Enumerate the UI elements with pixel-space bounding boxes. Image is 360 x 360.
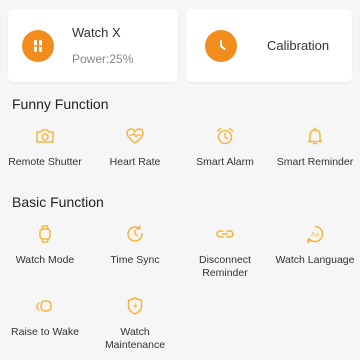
watch-language-label: Watch Language (275, 254, 355, 266)
basic-function-heading: Basic Function (12, 194, 104, 210)
watch-maintenance-label: Watch Maintenance (105, 326, 165, 352)
watch-maintenance-line2: Maintenance (104, 339, 166, 351)
time-sync-item[interactable]: Time Sync (90, 223, 180, 283)
smart-alarm-label: Smart Alarm (196, 156, 254, 168)
disconnect-reminder-line2: Reminder (202, 267, 248, 279)
raise-to-wake-label: Raise to Wake (11, 326, 79, 338)
smart-reminder-item[interactable]: Smart Reminder (270, 125, 360, 185)
broken-link-icon (214, 223, 236, 245)
watch-icon (34, 223, 56, 245)
watch-mode-item[interactable]: Watch Mode (0, 223, 90, 283)
watch-maintenance-item[interactable]: Watch Maintenance (90, 295, 180, 355)
watch-language-item[interactable]: Aa Watch Language (270, 223, 360, 283)
raise-wrist-icon (34, 295, 56, 317)
watch-maintenance-line1: Watch (120, 326, 150, 338)
funny-function-heading: Funny Function (12, 96, 109, 112)
svg-text:Aa: Aa (311, 231, 319, 239)
smart-alarm-item[interactable]: Smart Alarm (180, 125, 270, 185)
calibration-label: Calibration (267, 37, 330, 53)
device-card[interactable]: Watch X Power:25% (8, 9, 178, 82)
watch-pause-icon (22, 29, 54, 62)
shield-bolt-icon (124, 295, 146, 317)
heart-rate-label: Heart Rate (109, 156, 161, 168)
alarm-clock-icon (214, 125, 236, 147)
heart-rate-item[interactable]: Heart Rate (90, 125, 180, 185)
disconnect-reminder-item[interactable]: Disconnect Reminder (180, 223, 270, 283)
remote-shutter-label: Remote Shutter (8, 156, 82, 168)
power-level: Power:25% (72, 51, 134, 66)
sync-clock-icon (124, 223, 146, 245)
device-name: Watch X (72, 24, 121, 40)
language-bubble-icon: Aa (304, 223, 326, 245)
calibration-card[interactable]: Calibration (186, 9, 352, 82)
watch-mode-label: Watch Mode (15, 254, 75, 266)
camera-icon (34, 125, 56, 147)
time-sync-label: Time Sync (110, 254, 160, 266)
smart-reminder-label: Smart Reminder (276, 156, 354, 168)
bell-icon (304, 125, 326, 147)
disconnect-reminder-line1: Disconnect (199, 254, 251, 266)
remote-shutter-item[interactable]: Remote Shutter (0, 125, 90, 185)
disconnect-reminder-label: Disconnect Reminder (199, 254, 251, 280)
heart-pulse-icon (124, 125, 146, 147)
raise-to-wake-item[interactable]: Raise to Wake (0, 295, 90, 355)
clock-icon (205, 29, 237, 62)
